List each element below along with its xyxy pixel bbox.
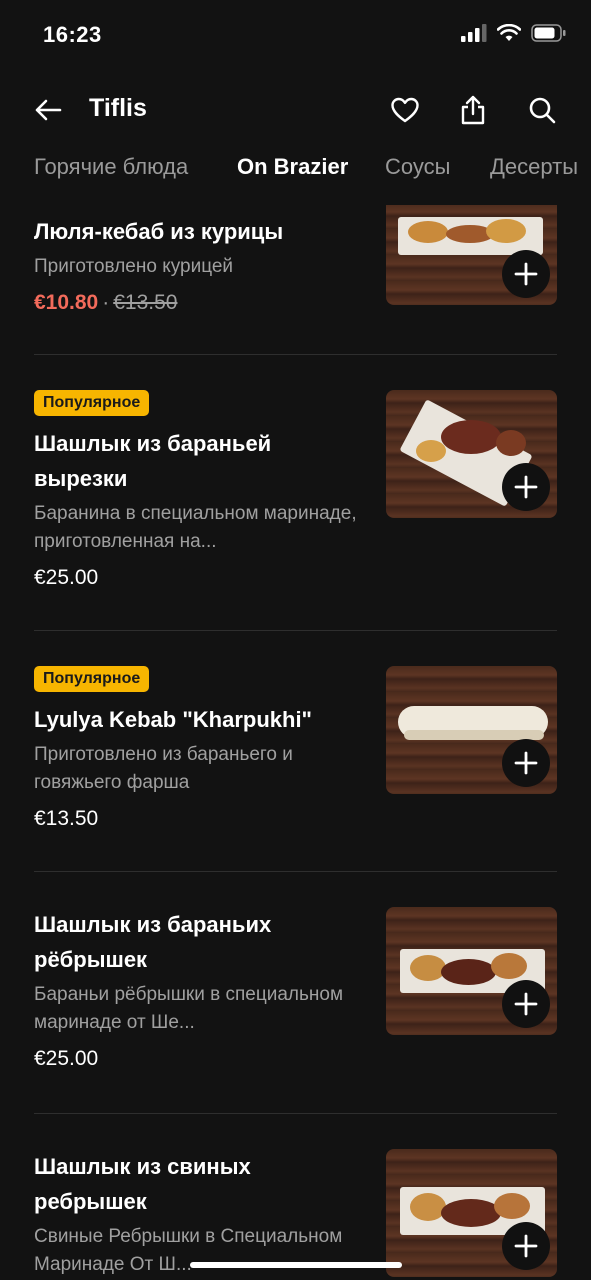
status-bar: 16:23 <box>0 0 591 72</box>
item-name: Шашлык из бараньей вырезки <box>34 431 272 491</box>
status-time: 16:23 <box>43 22 102 47</box>
item-description: Баранина в специальном маринаде, пригото… <box>34 503 357 552</box>
battery-icon <box>531 24 566 42</box>
popular-badge: Популярное <box>34 666 150 692</box>
item-name: Шашлык из бараньих рёбрышек <box>34 912 272 972</box>
divider <box>34 1113 557 1114</box>
item-photo <box>386 1149 557 1277</box>
status-icons <box>461 24 567 42</box>
tab-desserts[interactable]: Десерты <box>490 154 578 180</box>
item-description: Приготовлено курицей <box>34 256 234 277</box>
tab-on-brazier[interactable]: On Brazier <box>237 154 348 180</box>
arrow-left-icon <box>35 99 62 121</box>
plus-icon <box>514 992 538 1016</box>
divider <box>34 354 557 355</box>
item-price: €25.00 <box>34 1047 99 1070</box>
add-to-cart-button[interactable] <box>502 250 550 298</box>
menu-list: Люля-кебаб из курицы Приготовлено курице… <box>0 205 591 1280</box>
item-photo <box>386 666 557 794</box>
cellular-signal-icon <box>461 24 487 42</box>
item-photo <box>386 205 557 305</box>
item-description: Приготовлено из бараньего и говяжьего фа… <box>34 744 293 793</box>
divider <box>34 871 557 872</box>
add-to-cart-button[interactable] <box>502 463 550 511</box>
price-sale: €10.80 <box>34 291 99 314</box>
divider <box>34 630 557 631</box>
plus-icon <box>514 475 538 499</box>
item-description: Свиные Ребрышки в Специальном Маринаде О… <box>34 1226 343 1275</box>
item-name: Lyulya Kebab "Kharpukhi" <box>34 707 312 732</box>
item-price: €13.50 <box>34 807 99 830</box>
search-button[interactable] <box>522 90 562 130</box>
share-button[interactable] <box>453 90 493 130</box>
price-original: €13.50 <box>113 291 178 314</box>
item-photo <box>386 390 557 518</box>
plus-icon <box>514 1234 538 1258</box>
item-description: Бараньи рёбрышки в специальном маринаде … <box>34 984 344 1033</box>
item-photo <box>386 907 557 1035</box>
heart-icon <box>391 97 419 123</box>
price-separator: · <box>102 291 110 314</box>
home-indicator[interactable] <box>190 1262 402 1268</box>
search-icon <box>529 97 556 124</box>
tab-sauces[interactable]: Соусы <box>385 154 450 180</box>
favorite-button[interactable] <box>385 90 425 130</box>
category-tabs: Горячие блюда On Brazier Соусы Десерты <box>0 148 591 192</box>
add-to-cart-button[interactable] <box>502 980 550 1028</box>
page-title: Tiflis <box>89 94 147 122</box>
item-name: Люля-кебаб из курицы <box>34 219 284 244</box>
wifi-icon <box>497 24 521 41</box>
item-price: €10.80 · €13.50 <box>34 291 364 315</box>
top-nav-bar: Tiflis <box>0 80 591 138</box>
add-to-cart-button[interactable] <box>502 739 550 787</box>
item-name: Шашлык из свиных ребрышек <box>34 1154 251 1214</box>
tab-hot-dishes[interactable]: Горячие блюда <box>34 154 188 180</box>
item-price: €25.00 <box>34 566 99 589</box>
plus-icon <box>514 751 538 775</box>
back-button[interactable] <box>30 92 66 128</box>
plus-icon <box>514 262 538 286</box>
share-icon <box>461 95 485 125</box>
add-to-cart-button[interactable] <box>502 1222 550 1270</box>
popular-badge: Популярное <box>34 390 150 416</box>
